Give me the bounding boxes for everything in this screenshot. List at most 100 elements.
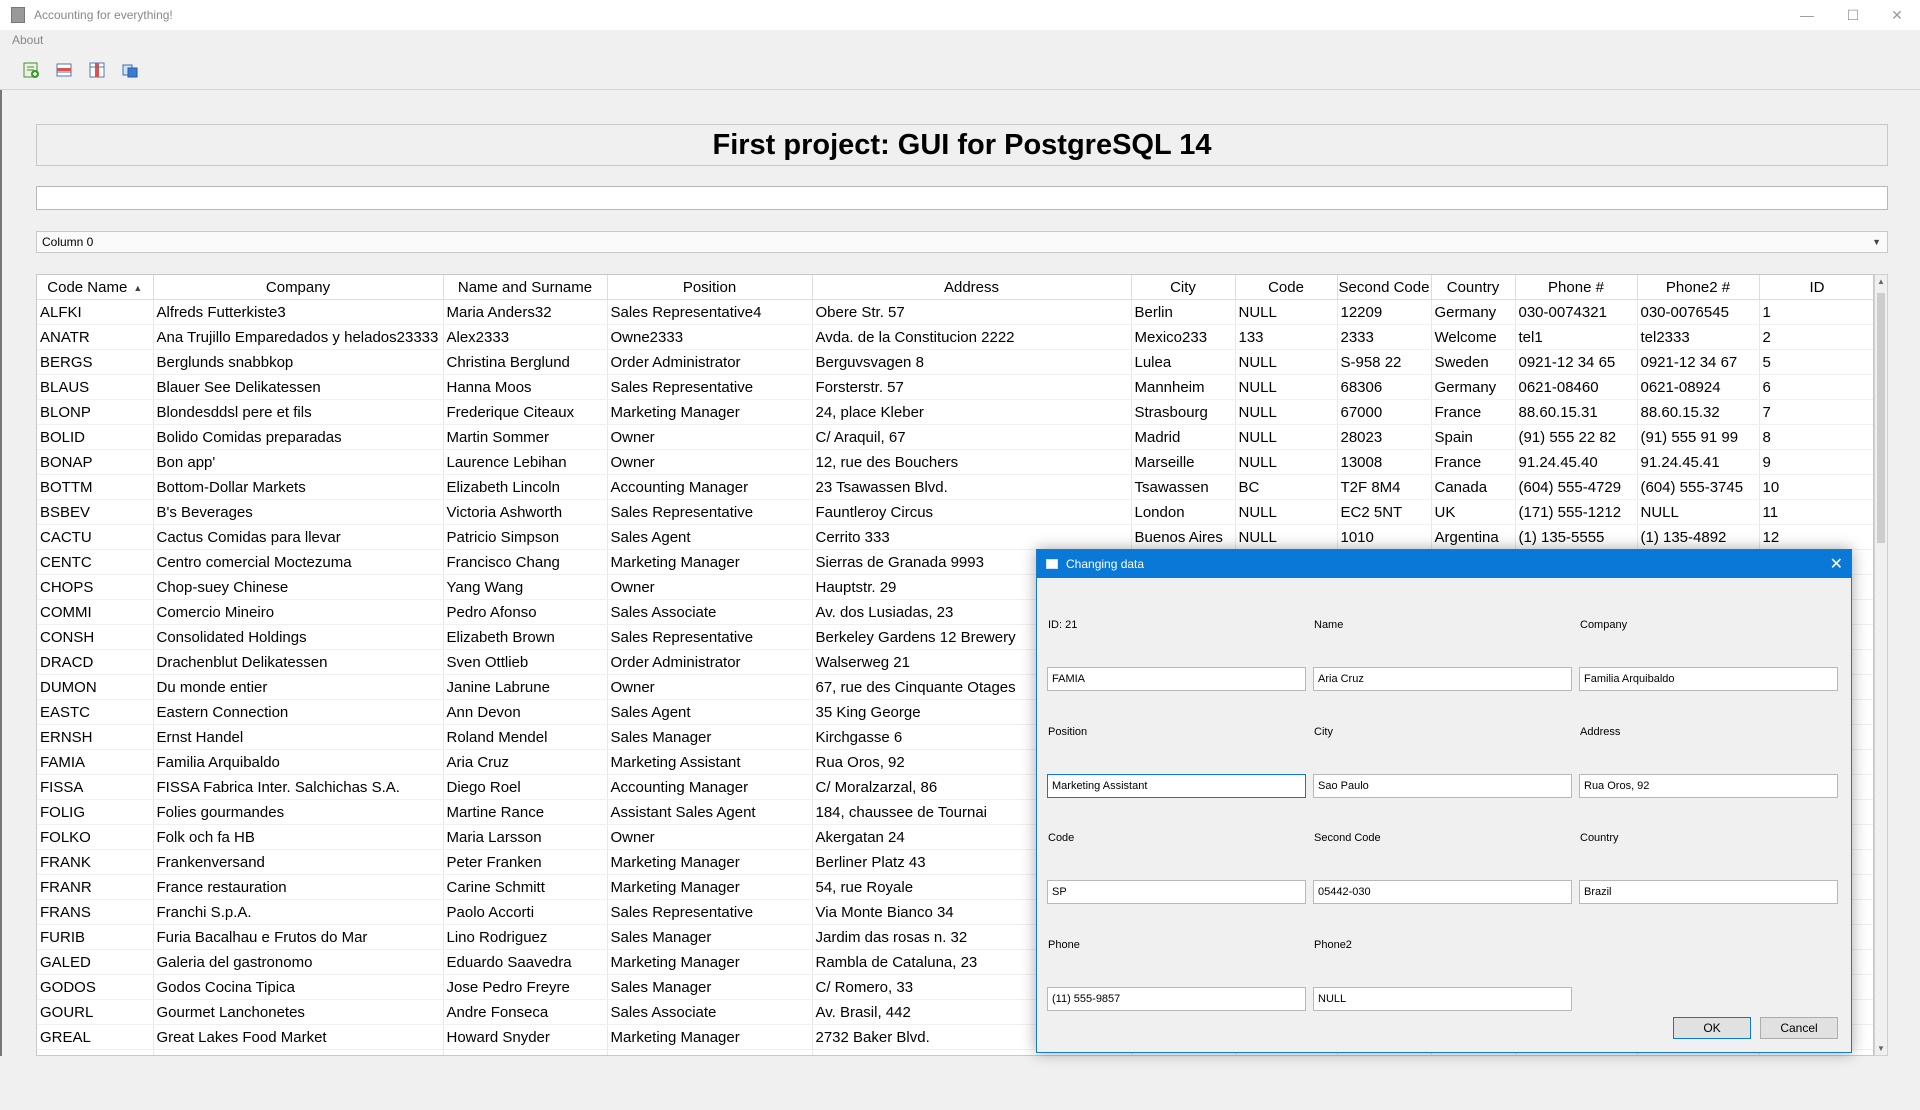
table-cell[interactable]: FOLKO xyxy=(37,824,154,850)
table-cell[interactable]: Maria Larsson xyxy=(443,824,608,850)
table-cell[interactable]: (171) 555-1212 xyxy=(1515,499,1638,525)
table-cell[interactable]: Sales Agent xyxy=(607,524,813,550)
table-cell[interactable]: C/ Araquil, 67 xyxy=(812,424,1132,450)
table-cell[interactable]: Folies gourmandes xyxy=(153,799,444,825)
table-row[interactable]: BONAP Bon app' Laurence Lebihan Owner 12, ru… xyxy=(37,449,1873,475)
table-cell[interactable]: EC2 5NT xyxy=(1337,499,1432,525)
table-cell[interactable]: Marketing Manager xyxy=(607,949,813,975)
column-header-second-code[interactable]: Second Code xyxy=(1337,275,1432,300)
table-cell[interactable]: Bolido Comidas preparadas xyxy=(153,424,444,450)
table-row[interactable]: CACTU Cactus Comidas para llevar Patricio … xyxy=(37,524,1873,550)
table-row[interactable]: BLAUS Blauer See Delikatessen Hanna Moos Sa… xyxy=(37,374,1873,400)
column-header-code[interactable]: Code xyxy=(1235,275,1338,300)
table-cell[interactable]: Marketing Manager xyxy=(607,874,813,900)
table-cell[interactable]: Sales Manager xyxy=(607,724,813,750)
cancel-button[interactable]: Cancel xyxy=(1760,1017,1838,1039)
table-cell[interactable]: Consolidated Holdings xyxy=(153,624,444,650)
table-cell[interactable]: 1 xyxy=(1759,299,1873,325)
phone-field[interactable] xyxy=(1047,987,1306,1011)
close-icon[interactable]: ✕ xyxy=(1830,554,1843,574)
table-cell[interactable]: CENTC xyxy=(37,549,154,575)
table-cell[interactable]: 10 xyxy=(1759,474,1873,500)
table-cell[interactable]: Sales Representative xyxy=(607,899,813,925)
minimize-icon[interactable]: — xyxy=(1784,0,1830,30)
table-cell[interactable]: Centro comercial Moctezuma xyxy=(153,549,444,575)
table-cell[interactable]: tel1 xyxy=(1515,324,1638,350)
table-cell[interactable]: Sweden xyxy=(1431,349,1516,375)
table-cell[interactable]: Drachenblut Delikatessen xyxy=(153,649,444,675)
table-cell[interactable]: 7 xyxy=(1759,399,1873,425)
table-cell[interactable]: Owne2333 xyxy=(607,324,813,350)
table-cell[interactable]: NULL xyxy=(1235,349,1338,375)
table-cell[interactable]: Comercio Mineiro xyxy=(153,599,444,625)
table-cell[interactable]: Marketing Assistant xyxy=(607,749,813,775)
table-cell[interactable]: Furia Bacalhau e Frutos do Mar xyxy=(153,924,444,950)
table-cell[interactable]: Marketing Manager xyxy=(607,549,813,575)
table-cell[interactable]: London xyxy=(1131,499,1236,525)
table-cell[interactable]: Mannheim xyxy=(1131,374,1236,400)
table-cell[interactable]: (604) 555-4729 xyxy=(1515,474,1638,500)
table-cell[interactable]: Martine Rance xyxy=(443,799,608,825)
scroll-up-icon[interactable]: ▲ xyxy=(1875,277,1887,286)
table-cell[interactable]: Christina Berglund xyxy=(443,349,608,375)
table-cell[interactable]: Spain xyxy=(1431,424,1516,450)
code-field[interactable] xyxy=(1047,880,1306,904)
table-cell[interactable]: Ana Trujillo Emparedados y helados23333 xyxy=(153,324,444,350)
table-cell[interactable]: Lino Rodriguez xyxy=(443,924,608,950)
table-cell[interactable]: Sales Representative xyxy=(607,624,813,650)
column-header-code-name[interactable]: Code Name ▲ xyxy=(37,275,154,300)
table-cell[interactable]: BSBEV xyxy=(37,499,154,525)
table-row[interactable]: BOTTM Bottom-Dollar Markets Elizabeth Linc… xyxy=(37,474,1873,500)
table-cell[interactable]: Owner xyxy=(607,424,813,450)
table-cell[interactable]: S-958 22 xyxy=(1337,349,1432,375)
table-cell[interactable]: Blondesddsl pere et fils xyxy=(153,399,444,425)
table-cell[interactable]: (1) 135-5555 xyxy=(1515,524,1638,550)
table-cell[interactable]: Marseille xyxy=(1131,449,1236,475)
address-field[interactable] xyxy=(1579,774,1838,798)
table-cell[interactable]: Sales Representative4 xyxy=(607,299,813,325)
table-cell[interactable]: Marketing Manager xyxy=(607,849,813,875)
table-cell[interactable]: (91) 555 22 82 xyxy=(1515,424,1638,450)
table-cell[interactable]: Great Lakes Food Market xyxy=(153,1024,444,1050)
table-cell[interactable]: Assistant Sales Agent xyxy=(607,799,813,825)
table-cell[interactable]: FAMIA xyxy=(37,749,154,775)
table-cell[interactable]: France xyxy=(1431,449,1516,475)
table-cell[interactable]: BLAUS xyxy=(37,374,154,400)
table-cell[interactable]: BLONP xyxy=(37,399,154,425)
table-cell[interactable]: Sales Associate xyxy=(607,999,813,1025)
table-cell[interactable]: 68306 xyxy=(1337,374,1432,400)
table-cell[interactable]: Cactus Comidas para llevar xyxy=(153,524,444,550)
table-cell[interactable]: 91.24.45.40 xyxy=(1515,449,1638,475)
table-cell[interactable]: Carine Schmitt xyxy=(443,874,608,900)
table-cell[interactable]: (1) 135-4892 xyxy=(1637,524,1760,550)
search-input[interactable] xyxy=(36,186,1888,210)
columns-icon[interactable] xyxy=(88,61,106,79)
table-cell[interactable]: Germany xyxy=(1431,374,1516,400)
table-cell[interactable]: NULL xyxy=(1235,449,1338,475)
table-cell[interactable]: 1010 xyxy=(1337,524,1432,550)
second-code-field[interactable] xyxy=(1313,880,1572,904)
column-header-phone2[interactable]: Phone2 # xyxy=(1637,275,1760,300)
table-cell[interactable]: 88.60.15.31 xyxy=(1515,399,1638,425)
table-cell[interactable]: Alfreds Futterkiste3 xyxy=(153,299,444,325)
table-cell[interactable]: Berlin xyxy=(1131,299,1236,325)
company-field[interactable] xyxy=(1579,667,1838,691)
table-cell[interactable]: Peter Franken xyxy=(443,849,608,875)
table-cell[interactable]: Godos Cocina Tipica xyxy=(153,974,444,1000)
table-cell[interactable]: CONSH xyxy=(37,624,154,650)
table-cell[interactable]: Canada xyxy=(1431,474,1516,500)
phone2-field[interactable] xyxy=(1313,987,1572,1011)
table-cell[interactable]: Galeria del gastronomo xyxy=(153,949,444,975)
column-header-name[interactable]: Name and Surname xyxy=(443,275,608,300)
add-record-icon[interactable] xyxy=(22,61,40,79)
table-row[interactable]: BSBEV B's Beverages Victoria Ashworth Sales… xyxy=(37,499,1873,525)
table-cell[interactable]: GOURL xyxy=(37,999,154,1025)
column-header-position[interactable]: Position xyxy=(607,275,813,300)
table-cell[interactable]: Owner xyxy=(607,449,813,475)
table-cell[interactable]: Familia Arquibaldo xyxy=(153,749,444,775)
table-cell[interactable]: France restauration xyxy=(153,874,444,900)
table-cell[interactable]: CHOPS xyxy=(37,574,154,600)
table-cell[interactable]: Fauntleroy Circus xyxy=(812,499,1132,525)
table-cell[interactable]: NULL xyxy=(1235,424,1338,450)
table-cell[interactable]: B's Beverages xyxy=(153,499,444,525)
